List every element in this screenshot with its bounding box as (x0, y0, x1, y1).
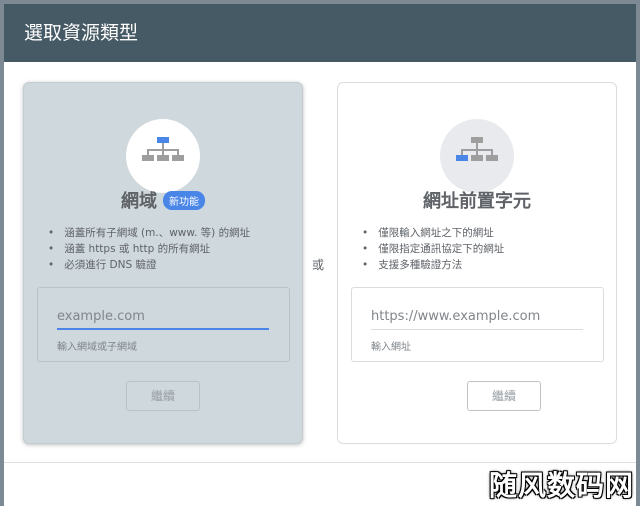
footer-divider (4, 462, 636, 463)
list-item: 涵蓋 https 或 http 的所有網址 (48, 241, 250, 257)
domain-input-container: 輸入網域或子網域 (37, 287, 290, 362)
url-prefix-icon-circle (440, 119, 514, 193)
url-prefix-card[interactable]: 網址前置字元 僅限輸入網址之下的網址 僅限指定通訊協定下的網址 支援多種驗證方法… (337, 82, 617, 444)
resource-type-dialog: 選取資源類型 網域新功能 涵蓋所有子網域 (m.、www. 等) 的網址 涵蓋 … (4, 4, 636, 506)
domain-title-text: 網域 (121, 191, 157, 212)
domain-input[interactable] (57, 304, 269, 330)
or-divider: 或 (312, 258, 325, 272)
list-item: 僅限指定通訊協定下的網址 (362, 241, 504, 257)
watermark: 随风数码网 (488, 469, 634, 502)
new-feature-badge: 新功能 (163, 190, 205, 210)
list-item: 涵蓋所有子網域 (m.、www. 等) 的網址 (48, 225, 250, 241)
sitemap-icon (456, 137, 498, 161)
url-prefix-input[interactable] (371, 304, 583, 330)
url-prefix-card-title: 網址前置字元 (338, 187, 616, 213)
list-item: 支援多種驗證方法 (362, 257, 504, 273)
url-prefix-continue-button[interactable]: 繼續 (467, 381, 541, 411)
sitemap-icon (142, 137, 184, 161)
domain-card[interactable]: 網域新功能 涵蓋所有子網域 (m.、www. 等) 的網址 涵蓋 https 或… (23, 82, 303, 444)
dialog-title: 選取資源類型 (4, 4, 636, 62)
list-item: 必須進行 DNS 驗證 (48, 257, 250, 273)
domain-continue-button[interactable]: 繼續 (126, 381, 200, 411)
domain-card-title: 網域 新功能 (24, 187, 302, 213)
url-prefix-bullet-list: 僅限輸入網址之下的網址 僅限指定通訊協定下的網址 支援多種驗證方法 (362, 225, 504, 273)
domain-input-helper: 輸入網域或子網域 (57, 342, 137, 353)
url-prefix-title-text: 網址前置字元 (423, 191, 531, 212)
url-prefix-input-container: 輸入網址 (351, 287, 604, 362)
domain-icon-circle (126, 119, 200, 193)
list-item: 僅限輸入網址之下的網址 (362, 225, 504, 241)
domain-bullet-list: 涵蓋所有子網域 (m.、www. 等) 的網址 涵蓋 https 或 http … (48, 225, 250, 273)
url-prefix-input-helper: 輸入網址 (371, 342, 411, 353)
